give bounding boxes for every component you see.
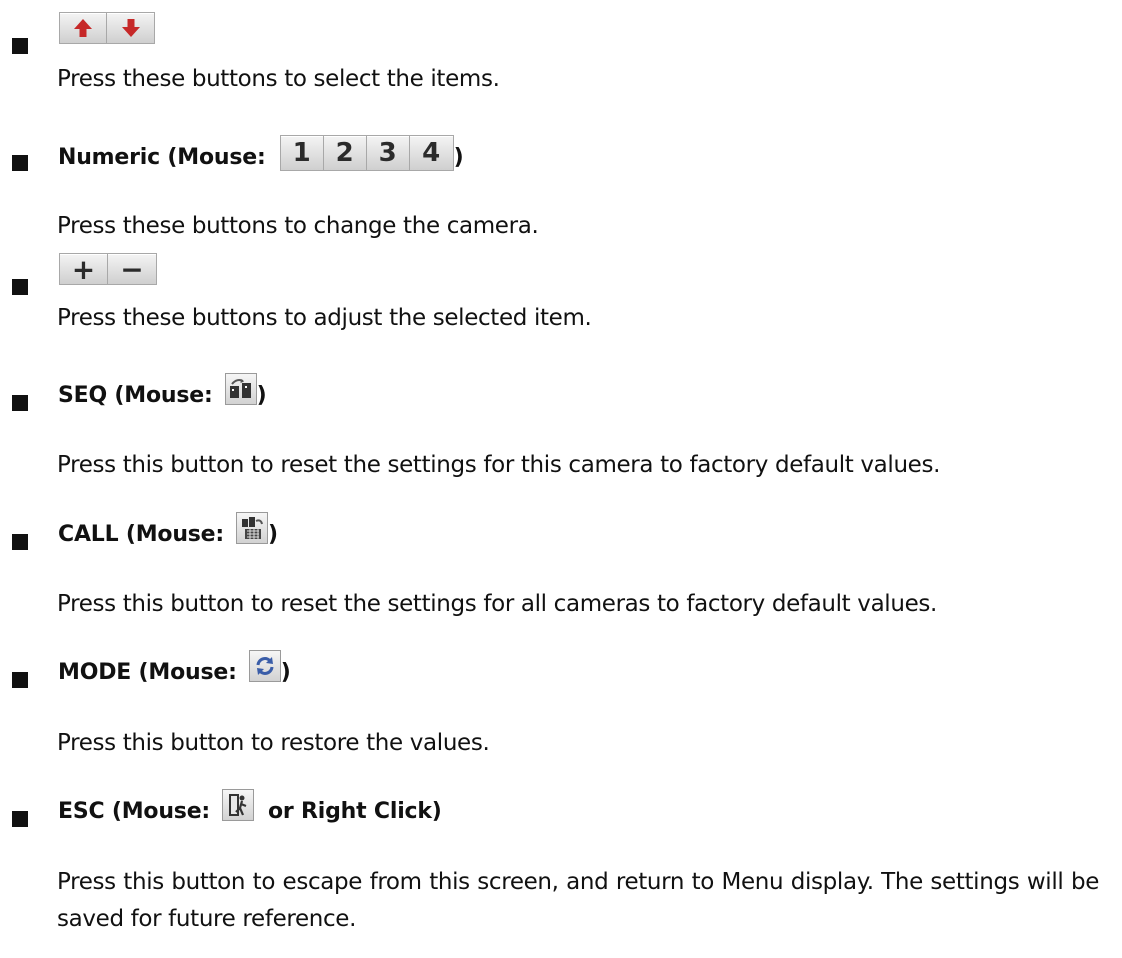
mode-heading: MODE (Mouse: ) [58,649,291,685]
plusminus-description: Press these buttons to adjust the select… [57,305,592,331]
numeric-button-3[interactable]: 3 [367,136,410,170]
mode-refresh-icon [256,656,274,675]
bullet-call [12,534,28,550]
call-heading-label: CALL (Mouse: [58,522,225,547]
document-page: Press these buttons to select the items.… [0,0,1122,958]
numeric-button-2[interactable]: 2 [324,136,367,170]
minus-button[interactable]: − [108,253,156,286]
mode-heading-label: MODE (Mouse: [58,660,237,685]
numeric-heading-close: ) [453,144,464,170]
seq-icon [229,378,251,398]
plusminus-button-group: + − [59,253,157,286]
bullet-mode [12,672,28,688]
down-arrow-icon [121,19,140,37]
call-button[interactable] [236,511,269,544]
plus-button[interactable]: + [60,253,108,286]
bullet-plusminus [12,279,28,295]
mode-description: Press this button to restore the values. [57,730,490,756]
esc-exit-icon [229,793,247,816]
arrows-description: Press these buttons to select the items. [57,66,500,92]
down-arrow-button[interactable] [107,13,154,43]
mode-button[interactable] [248,649,281,682]
call-icon [242,516,263,539]
numeric-heading-label: Numeric (Mouse: [58,144,266,170]
up-arrow-button[interactable] [60,13,107,43]
numeric-button-4[interactable]: 4 [410,136,453,170]
call-heading: CALL (Mouse: ) [58,511,278,547]
arrow-button-group [59,12,155,44]
up-arrow-icon [74,19,92,37]
numeric-description: Press these buttons to change the camera… [57,213,539,239]
bullet-numeric [12,155,28,171]
seq-heading-close: ) [256,383,267,408]
seq-heading-label: SEQ (Mouse: [58,383,213,408]
esc-button[interactable] [222,788,255,821]
esc-description: Press this button to escape from this sc… [57,869,1099,932]
numeric-heading: Numeric (Mouse: 1 2 3 4 ) [58,135,464,171]
call-heading-close: ) [268,522,278,547]
esc-heading-label: ESC (Mouse: [58,799,211,824]
bullet-arrows [12,38,28,54]
numeric-button-group: 1 2 3 4 [279,135,454,171]
esc-heading-suffix: or Right Click) [268,799,442,824]
bullet-esc [12,811,28,827]
seq-button[interactable] [224,372,257,405]
seq-description: Press this button to reset the settings … [57,452,941,478]
esc-heading: ESC (Mouse: or Right Click) [58,788,442,824]
call-description: Press this button to reset the settings … [57,591,937,617]
numeric-button-1[interactable]: 1 [281,136,324,170]
seq-heading: SEQ (Mouse: ) [58,372,267,408]
bullet-seq [12,395,28,411]
mode-heading-close: ) [280,660,291,685]
